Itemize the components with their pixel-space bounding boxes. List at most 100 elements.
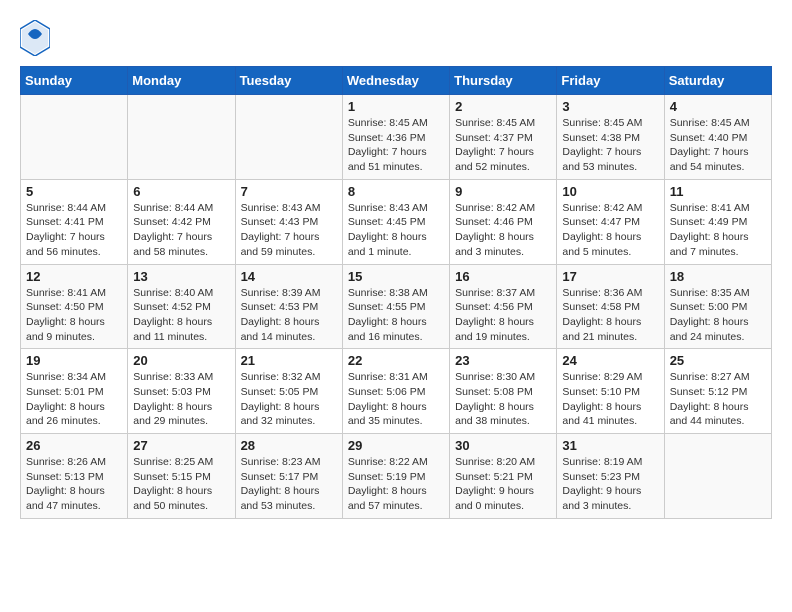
- day-number: 31: [562, 438, 658, 453]
- day-info: Sunrise: 8:30 AM Sunset: 5:08 PM Dayligh…: [455, 370, 551, 429]
- day-info: Sunrise: 8:42 AM Sunset: 4:47 PM Dayligh…: [562, 201, 658, 260]
- calendar-day-cell: 28Sunrise: 8:23 AM Sunset: 5:17 PM Dayli…: [235, 434, 342, 519]
- calendar-table: SundayMondayTuesdayWednesdayThursdayFrid…: [20, 66, 772, 519]
- calendar-day-cell: 24 Sunrise: 8:29 AM Sunset: 5:10 PM Dayli…: [557, 349, 664, 434]
- calendar-day-cell: 3 Sunrise: 8:45 AM Sunset: 4:38 PM Daylig…: [557, 95, 664, 180]
- calendar-day-cell: 10 Sunrise: 8:42 AM Sunset: 4:47 PM Dayli…: [557, 179, 664, 264]
- calendar-day-cell: [235, 95, 342, 180]
- day-number: 3: [562, 99, 658, 114]
- day-number: 10: [562, 184, 658, 199]
- calendar-day-cell: 22 Sunrise: 8:31 AM Sunset: 5:06 PM Dayli…: [342, 349, 449, 434]
- page-header: [20, 20, 772, 56]
- calendar-day-cell: 30 Sunrise: 8:20 AM Sunset: 5:21 PM Dayli…: [450, 434, 557, 519]
- day-info: Sunrise: 8:36 AM Sunset: 4:58 PM Dayligh…: [562, 286, 658, 345]
- day-number: 9: [455, 184, 551, 199]
- calendar-day-cell: 18Sunrise: 8:35 AM Sunset: 5:00 PM Dayli…: [664, 264, 771, 349]
- calendar-day-cell: 13 Sunrise: 8:40 AM Sunset: 4:52 PM Dayli…: [128, 264, 235, 349]
- calendar-week-row: 5Sunrise: 8:44 AM Sunset: 4:41 PM Daylig…: [21, 179, 772, 264]
- calendar-day-cell: 29Sunrise: 8:22 AM Sunset: 5:19 PM Dayli…: [342, 434, 449, 519]
- day-number: 23: [455, 353, 551, 368]
- day-info: Sunrise: 8:32 AM Sunset: 5:05 PM Dayligh…: [241, 370, 337, 429]
- day-number: 13: [133, 269, 229, 284]
- calendar-day-cell: 27Sunrise: 8:25 AM Sunset: 5:15 PM Dayli…: [128, 434, 235, 519]
- calendar-day-cell: 16 Sunrise: 8:37 AM Sunset: 4:56 PM Dayli…: [450, 264, 557, 349]
- calendar-day-cell: 23 Sunrise: 8:30 AM Sunset: 5:08 PM Dayli…: [450, 349, 557, 434]
- calendar-day-cell: 8 Sunrise: 8:43 AM Sunset: 4:45 PM Daylig…: [342, 179, 449, 264]
- day-number: 11: [670, 184, 766, 199]
- day-number: 25: [670, 353, 766, 368]
- day-info: Sunrise: 8:40 AM Sunset: 4:52 PM Dayligh…: [133, 286, 229, 345]
- day-info: Sunrise: 8:43 AM Sunset: 4:45 PM Dayligh…: [348, 201, 444, 260]
- calendar-day-cell: 14Sunrise: 8:39 AM Sunset: 4:53 PM Dayli…: [235, 264, 342, 349]
- calendar-day-cell: 2Sunrise: 8:45 AM Sunset: 4:37 PM Daylig…: [450, 95, 557, 180]
- calendar-day-cell: 20 Sunrise: 8:33 AM Sunset: 5:03 PM Dayli…: [128, 349, 235, 434]
- calendar-day-cell: 7 Sunrise: 8:43 AM Sunset: 4:43 PM Daylig…: [235, 179, 342, 264]
- logo-icon: [20, 20, 50, 56]
- calendar-day-cell: [21, 95, 128, 180]
- day-number: 15: [348, 269, 444, 284]
- day-info: Sunrise: 8:39 AM Sunset: 4:53 PM Dayligh…: [241, 286, 337, 345]
- day-number: 12: [26, 269, 122, 284]
- day-number: 29: [348, 438, 444, 453]
- day-number: 6: [133, 184, 229, 199]
- day-number: 27: [133, 438, 229, 453]
- day-info: Sunrise: 8:42 AM Sunset: 4:46 PM Dayligh…: [455, 201, 551, 260]
- logo: [20, 20, 56, 56]
- day-number: 21: [241, 353, 337, 368]
- day-number: 1: [348, 99, 444, 114]
- weekday-header: Friday: [557, 67, 664, 95]
- day-number: 18: [670, 269, 766, 284]
- day-info: Sunrise: 8:26 AM Sunset: 5:13 PM Dayligh…: [26, 455, 122, 514]
- day-info: Sunrise: 8:44 AM Sunset: 4:41 PM Dayligh…: [26, 201, 122, 260]
- calendar-day-cell: 4 Sunrise: 8:45 AM Sunset: 4:40 PM Daylig…: [664, 95, 771, 180]
- calendar-day-cell: 31 Sunrise: 8:19 AM Sunset: 5:23 PM Dayli…: [557, 434, 664, 519]
- calendar-week-row: 12 Sunrise: 8:41 AM Sunset: 4:50 PM Dayli…: [21, 264, 772, 349]
- day-info: Sunrise: 8:19 AM Sunset: 5:23 PM Dayligh…: [562, 455, 658, 514]
- calendar-day-cell: 25 Sunrise: 8:27 AM Sunset: 5:12 PM Dayli…: [664, 349, 771, 434]
- calendar-week-row: 19 Sunrise: 8:34 AM Sunset: 5:01 PM Dayli…: [21, 349, 772, 434]
- day-info: Sunrise: 8:20 AM Sunset: 5:21 PM Dayligh…: [455, 455, 551, 514]
- day-info: Sunrise: 8:41 AM Sunset: 4:49 PM Dayligh…: [670, 201, 766, 260]
- calendar-day-cell: 9 Sunrise: 8:42 AM Sunset: 4:46 PM Daylig…: [450, 179, 557, 264]
- day-info: Sunrise: 8:33 AM Sunset: 5:03 PM Dayligh…: [133, 370, 229, 429]
- day-info: Sunrise: 8:44 AM Sunset: 4:42 PM Dayligh…: [133, 201, 229, 260]
- day-info: Sunrise: 8:45 AM Sunset: 4:37 PM Dayligh…: [455, 116, 551, 175]
- day-info: Sunrise: 8:31 AM Sunset: 5:06 PM Dayligh…: [348, 370, 444, 429]
- day-number: 30: [455, 438, 551, 453]
- day-number: 7: [241, 184, 337, 199]
- day-number: 17: [562, 269, 658, 284]
- day-info: Sunrise: 8:27 AM Sunset: 5:12 PM Dayligh…: [670, 370, 766, 429]
- day-info: Sunrise: 8:23 AM Sunset: 5:17 PM Dayligh…: [241, 455, 337, 514]
- weekday-header-row: SundayMondayTuesdayWednesdayThursdayFrid…: [21, 67, 772, 95]
- calendar-day-cell: 1Sunrise: 8:45 AM Sunset: 4:36 PM Daylig…: [342, 95, 449, 180]
- day-info: Sunrise: 8:37 AM Sunset: 4:56 PM Dayligh…: [455, 286, 551, 345]
- weekday-header: Monday: [128, 67, 235, 95]
- day-number: 19: [26, 353, 122, 368]
- day-number: 20: [133, 353, 229, 368]
- calendar-day-cell: [128, 95, 235, 180]
- calendar-day-cell: [664, 434, 771, 519]
- weekday-header: Tuesday: [235, 67, 342, 95]
- calendar-day-cell: 6 Sunrise: 8:44 AM Sunset: 4:42 PM Daylig…: [128, 179, 235, 264]
- day-number: 26: [26, 438, 122, 453]
- day-info: Sunrise: 8:45 AM Sunset: 4:38 PM Dayligh…: [562, 116, 658, 175]
- day-info: Sunrise: 8:43 AM Sunset: 4:43 PM Dayligh…: [241, 201, 337, 260]
- day-info: Sunrise: 8:41 AM Sunset: 4:50 PM Dayligh…: [26, 286, 122, 345]
- day-number: 4: [670, 99, 766, 114]
- calendar-day-cell: 5Sunrise: 8:44 AM Sunset: 4:41 PM Daylig…: [21, 179, 128, 264]
- day-info: Sunrise: 8:34 AM Sunset: 5:01 PM Dayligh…: [26, 370, 122, 429]
- weekday-header: Wednesday: [342, 67, 449, 95]
- day-info: Sunrise: 8:45 AM Sunset: 4:40 PM Dayligh…: [670, 116, 766, 175]
- calendar-week-row: 1Sunrise: 8:45 AM Sunset: 4:36 PM Daylig…: [21, 95, 772, 180]
- calendar-day-cell: 15 Sunrise: 8:38 AM Sunset: 4:55 PM Dayli…: [342, 264, 449, 349]
- weekday-header: Thursday: [450, 67, 557, 95]
- calendar-day-cell: 17 Sunrise: 8:36 AM Sunset: 4:58 PM Dayli…: [557, 264, 664, 349]
- day-number: 8: [348, 184, 444, 199]
- day-info: Sunrise: 8:38 AM Sunset: 4:55 PM Dayligh…: [348, 286, 444, 345]
- day-number: 22: [348, 353, 444, 368]
- weekday-header: Sunday: [21, 67, 128, 95]
- day-number: 16: [455, 269, 551, 284]
- weekday-header: Saturday: [664, 67, 771, 95]
- day-info: Sunrise: 8:29 AM Sunset: 5:10 PM Dayligh…: [562, 370, 658, 429]
- day-number: 24: [562, 353, 658, 368]
